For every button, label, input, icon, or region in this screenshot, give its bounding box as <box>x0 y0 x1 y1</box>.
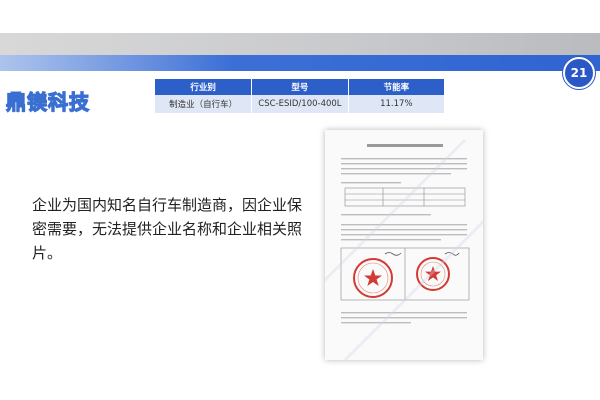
doc-inner-table <box>344 187 466 207</box>
doc-text-lines <box>341 158 467 184</box>
table-row: 制造业（自行车） CSC-ESID/100-400L 11.17% <box>155 95 444 113</box>
doc-title-line <box>367 144 443 147</box>
table-header-saving-rate: 节能率 <box>348 79 444 95</box>
company-logo: 鼎镁科技 <box>5 89 90 114</box>
certificate-photo <box>325 130 483 360</box>
red-stamp-left <box>353 258 393 298</box>
doc-text-lines-2 <box>341 214 467 241</box>
table-header-model: 型号 <box>251 79 349 95</box>
table-cell-model: CSC-ESID/100-400L <box>251 95 349 113</box>
table-header-row: 行业别 型号 节能率 <box>155 79 444 95</box>
page-number-badge: 21 <box>563 57 595 89</box>
doc-text-lines-3 <box>341 312 467 324</box>
description-text: 企业为国内知名自行车制造商，因企业保密需要，无法提供企业名称和企业相关照片。 <box>32 196 303 262</box>
table-cell-industry: 制造业（自行车） <box>155 95 253 113</box>
table-cell-saving-rate: 11.17% <box>348 95 444 113</box>
header-band-fade <box>0 55 230 71</box>
page-number: 21 <box>570 66 588 80</box>
certificate-image <box>325 138 483 360</box>
signature-left <box>384 252 402 256</box>
table-header-industry: 行业别 <box>155 79 253 95</box>
header-band-grey <box>0 33 600 55</box>
savings-table: 行业别 型号 节能率 制造业（自行车） CSC-ESID/100-400L 11… <box>155 79 444 113</box>
